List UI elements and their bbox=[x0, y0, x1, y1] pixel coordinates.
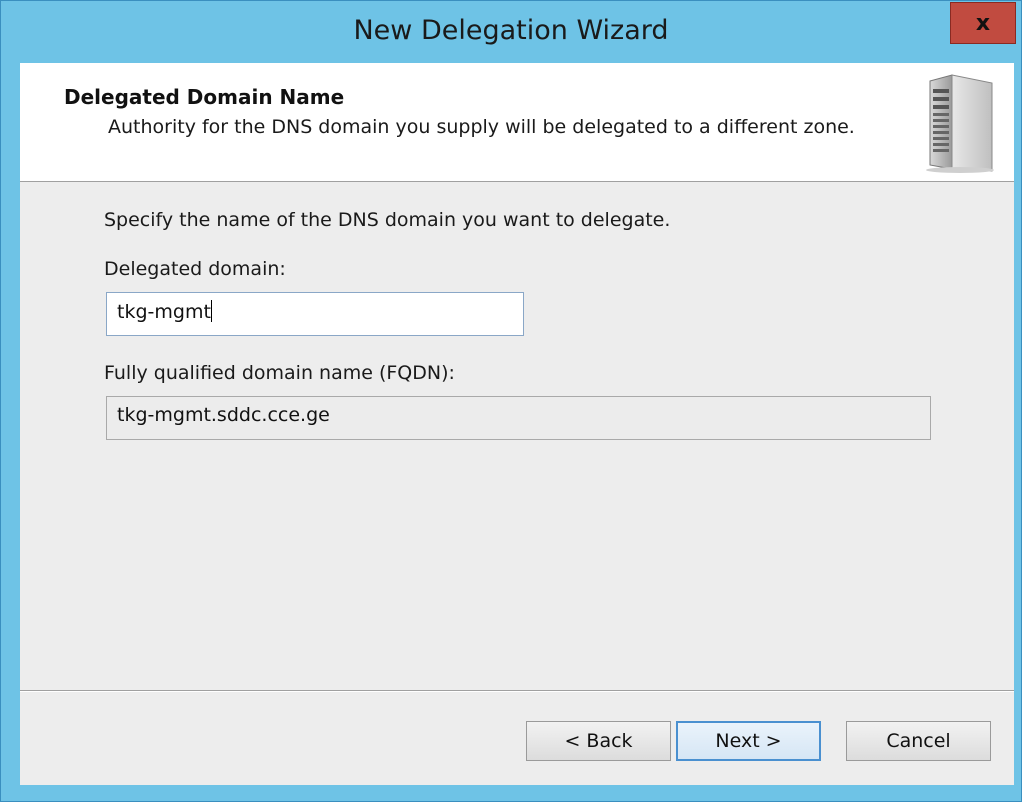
window-title: New Delegation Wizard bbox=[353, 15, 669, 46]
dialog-client-area: Delegated Domain Name Authority for the … bbox=[20, 63, 1014, 785]
page-title: Delegated Domain Name bbox=[64, 85, 345, 109]
close-button[interactable]: x bbox=[950, 2, 1016, 44]
back-button[interactable]: < Back bbox=[526, 721, 671, 761]
fqdn-label: Fully qualified domain name (FQDN): bbox=[104, 362, 455, 384]
next-button[interactable]: Next > bbox=[676, 721, 821, 761]
delegated-domain-label: Delegated domain: bbox=[104, 258, 286, 280]
wizard-window: New Delegation Wizard x Delegated Domain… bbox=[0, 0, 1022, 802]
instruction-text: Specify the name of the DNS domain you w… bbox=[104, 209, 671, 231]
fqdn-field: tkg-mgmt.sddc.cce.ge bbox=[106, 396, 931, 440]
delegated-domain-input[interactable]: tkg-mgmt bbox=[106, 292, 524, 336]
footer-divider bbox=[20, 690, 1014, 692]
delegated-domain-value: tkg-mgmt bbox=[117, 301, 211, 323]
text-caret bbox=[210, 300, 212, 322]
cancel-button[interactable]: Cancel bbox=[846, 721, 991, 761]
page-subtitle: Authority for the DNS domain you supply … bbox=[108, 116, 855, 138]
title-bar[interactable]: New Delegation Wizard x bbox=[1, 1, 1021, 63]
server-icon bbox=[926, 74, 994, 173]
fqdn-value: tkg-mgmt.sddc.cce.ge bbox=[117, 404, 330, 426]
wizard-header: Delegated Domain Name Authority for the … bbox=[20, 63, 1014, 182]
close-icon: x bbox=[975, 10, 991, 36]
